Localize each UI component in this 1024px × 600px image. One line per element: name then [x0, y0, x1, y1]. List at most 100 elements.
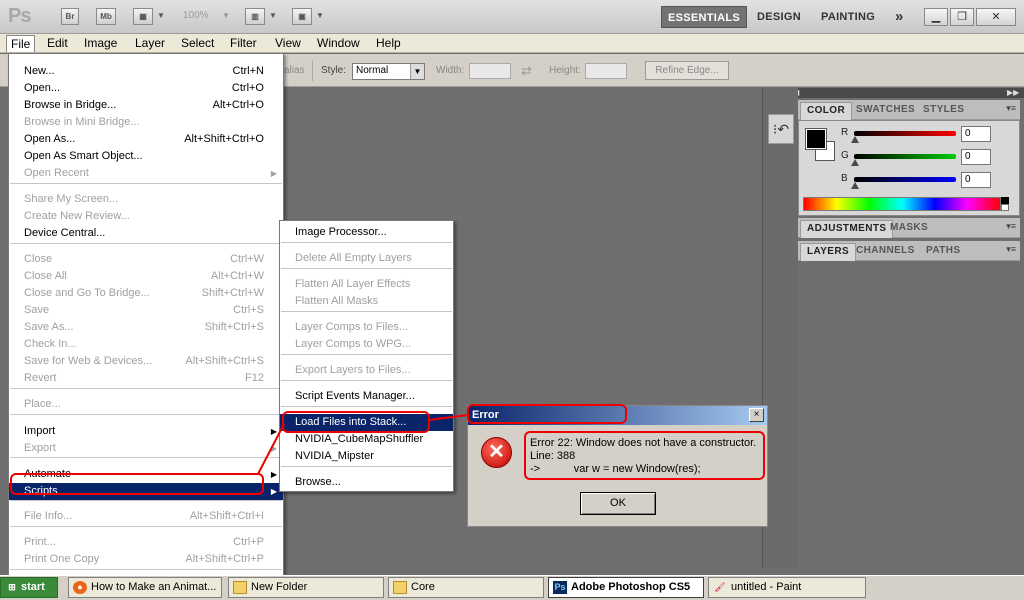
red-value-field[interactable]: 0 — [961, 126, 991, 142]
chevron-down-icon[interactable]: ▼ — [269, 11, 277, 20]
menu-layer[interactable]: Layer — [131, 35, 169, 52]
file-menu-item-share-my-screen[interactable]: Share My Screen... — [9, 191, 283, 208]
file-menu-item-automate[interactable]: Automate ▶ — [9, 466, 283, 483]
green-value-field[interactable]: 0 — [961, 149, 991, 165]
tab-styles[interactable]: STYLES — [917, 102, 970, 120]
file-menu-item-save[interactable]: Save Ctrl+S — [9, 302, 283, 319]
menu-view[interactable]: View — [271, 35, 305, 52]
file-menu-item-file-info[interactable]: File Info... Alt+Shift+Ctrl+I — [9, 508, 283, 525]
file-menu-item-place[interactable]: Place... — [9, 396, 283, 413]
dialog-close-icon[interactable]: × — [749, 408, 764, 422]
height-field[interactable] — [585, 63, 627, 79]
workspace-painting[interactable]: PAINTING — [821, 6, 875, 28]
menu-edit[interactable]: Edit — [43, 35, 72, 52]
scripts-menu-item-nvidia-cubemapshuffler[interactable]: NVIDIA_CubeMapShuffler — [280, 431, 453, 448]
scripts-menu-item-nvidia-mipster[interactable]: NVIDIA_Mipster — [280, 448, 453, 465]
file-menu-item-new[interactable]: New... Ctrl+N — [9, 63, 283, 80]
green-slider[interactable] — [854, 154, 956, 159]
panel-menu-icon[interactable]: ▾≡ — [1006, 221, 1016, 232]
taskbar-item-browser[interactable]: ● How to Make an Animat... — [68, 577, 222, 598]
blue-value-field[interactable]: 0 — [961, 172, 991, 188]
close-icon[interactable]: ✕ — [976, 8, 1016, 26]
file-menu-item-save-as[interactable]: Save As... Shift+Ctrl+S — [9, 319, 283, 336]
view-extras-icon[interactable]: ▦ — [133, 8, 153, 25]
file-menu-item-close[interactable]: Close Ctrl+W — [9, 251, 283, 268]
file-menu-item-device-central[interactable]: Device Central... — [9, 225, 283, 242]
menu-help[interactable]: Help — [372, 35, 405, 52]
white-swatch[interactable] — [1001, 204, 1009, 211]
swap-icon[interactable]: ⇄ — [521, 63, 532, 79]
scripts-menu-item-script-events-manager[interactable]: Script Events Manager... — [280, 388, 453, 405]
tab-layers[interactable]: LAYERS — [800, 243, 857, 261]
taskbar-item-new-folder[interactable]: New Folder — [228, 577, 384, 598]
chevron-down-icon[interactable]: ▼ — [316, 11, 324, 20]
minimize-icon[interactable]: ▁ — [924, 8, 948, 26]
scripts-menu-item-layer-comps-to-wpg[interactable]: Layer Comps to WPG... — [280, 336, 453, 353]
foreground-color-swatch[interactable] — [805, 128, 827, 150]
red-slider[interactable] — [854, 131, 956, 136]
refine-edge-button[interactable]: Refine Edge... — [645, 61, 729, 80]
restore-icon[interactable]: ❐ — [950, 8, 974, 26]
file-menu-item-export[interactable]: Export ▶ — [9, 440, 283, 457]
start-button[interactable]: ⊞ start — [0, 577, 58, 598]
file-menu-item-check-in[interactable]: Check In... — [9, 336, 283, 353]
width-field[interactable] — [469, 63, 511, 79]
file-menu-item-scripts[interactable]: Scripts ▶ — [9, 483, 283, 500]
panel-menu-icon[interactable]: ▾≡ — [1006, 103, 1016, 114]
file-menu-item-close-and-go-to-bridge[interactable]: Close and Go To Bridge... Shift+Ctrl+W — [9, 285, 283, 302]
black-swatch[interactable] — [1001, 197, 1009, 204]
scripts-menu-item-load-files-into-stack[interactable]: Load Files into Stack... — [280, 414, 453, 431]
menu-select[interactable]: Select — [177, 35, 218, 52]
taskbar-item-paint[interactable]: 🖌 untitled - Paint — [708, 577, 866, 598]
chevron-down-icon[interactable]: ▼ — [157, 11, 165, 20]
file-menu-item-browse-in-bridge[interactable]: Browse in Bridge... Alt+Ctrl+O — [9, 97, 283, 114]
arrange-documents-icon[interactable]: ▥ — [245, 8, 265, 25]
file-menu-item-open[interactable]: Open... Ctrl+O — [9, 80, 283, 97]
taskbar-item-photoshop[interactable]: Ps Adobe Photoshop CS5 — [548, 577, 704, 598]
zoom-level[interactable]: 100% — [183, 10, 209, 21]
tab-channels[interactable]: CHANNELS — [850, 243, 921, 261]
ok-button[interactable]: OK — [580, 492, 656, 515]
tab-paths[interactable]: PATHS — [920, 243, 966, 261]
screen-mode-icon[interactable]: ▣ — [292, 8, 312, 25]
bridge-button[interactable]: Br — [61, 8, 79, 25]
file-menu-item-revert[interactable]: Revert F12 — [9, 370, 283, 387]
file-menu-item-create-new-review[interactable]: Create New Review... — [9, 208, 283, 225]
mini-bridge-button[interactable]: Mb — [96, 8, 116, 25]
file-menu-item-open-as-smart-object[interactable]: Open As Smart Object... — [9, 148, 283, 165]
scripts-menu-item-browse[interactable]: Browse... — [280, 474, 453, 491]
history-panel-icon[interactable]: ⁝↶ — [768, 114, 794, 144]
color-spectrum-ramp[interactable] — [803, 197, 1001, 211]
expand-dock-icon[interactable]: ▶▶ — [1007, 88, 1019, 97]
menu-file[interactable]: File — [6, 35, 36, 52]
tab-color[interactable]: COLOR — [800, 102, 853, 120]
menu-window[interactable]: Window — [313, 35, 364, 52]
menu-image[interactable]: Image — [80, 35, 121, 52]
chevron-down-icon[interactable]: ▼ — [222, 11, 230, 20]
file-menu-item-print-one-copy[interactable]: Print One Copy Alt+Shift+Ctrl+P — [9, 551, 283, 568]
blue-slider-handle[interactable] — [851, 182, 859, 189]
more-workspaces-icon[interactable]: » — [895, 6, 904, 28]
tab-adjustments[interactable]: ADJUSTMENTS — [800, 220, 894, 238]
file-menu-item-open-recent[interactable]: Open Recent ▶ — [9, 165, 283, 182]
panel-menu-icon[interactable]: ▾≡ — [1006, 244, 1016, 255]
file-menu-item-browse-in-mini-bridge[interactable]: Browse in Mini Bridge... — [9, 114, 283, 131]
green-slider-handle[interactable] — [851, 159, 859, 166]
file-menu-item-save-for-web-devices[interactable]: Save for Web & Devices... Alt+Shift+Ctrl+… — [9, 353, 283, 370]
tab-masks[interactable]: MASKS — [884, 220, 934, 238]
file-menu-item-print[interactable]: Print... Ctrl+P — [9, 534, 283, 551]
workspace-design[interactable]: DESIGN — [757, 6, 801, 28]
menu-filter[interactable]: Filter — [226, 35, 261, 52]
scripts-menu-item-flatten-all-layer-effects[interactable]: Flatten All Layer Effects — [280, 276, 453, 293]
workspace-essentials[interactable]: ESSENTIALS — [661, 6, 748, 28]
red-slider-handle[interactable] — [851, 136, 859, 143]
scripts-menu-item-flatten-all-masks[interactable]: Flatten All Masks — [280, 293, 453, 310]
blue-slider[interactable] — [854, 177, 956, 182]
scripts-menu-item-export-layers-to-files[interactable]: Export Layers to Files... — [280, 362, 453, 379]
scripts-menu-item-layer-comps-to-files[interactable]: Layer Comps to Files... — [280, 319, 453, 336]
tab-swatches[interactable]: SWATCHES — [850, 102, 921, 120]
taskbar-item-core[interactable]: Core — [388, 577, 544, 598]
style-select[interactable]: Normal ▼ — [352, 63, 425, 80]
scripts-menu-item-delete-all-empty-layers[interactable]: Delete All Empty Layers — [280, 250, 453, 267]
file-menu-item-open-as[interactable]: Open As... Alt+Shift+Ctrl+O — [9, 131, 283, 148]
